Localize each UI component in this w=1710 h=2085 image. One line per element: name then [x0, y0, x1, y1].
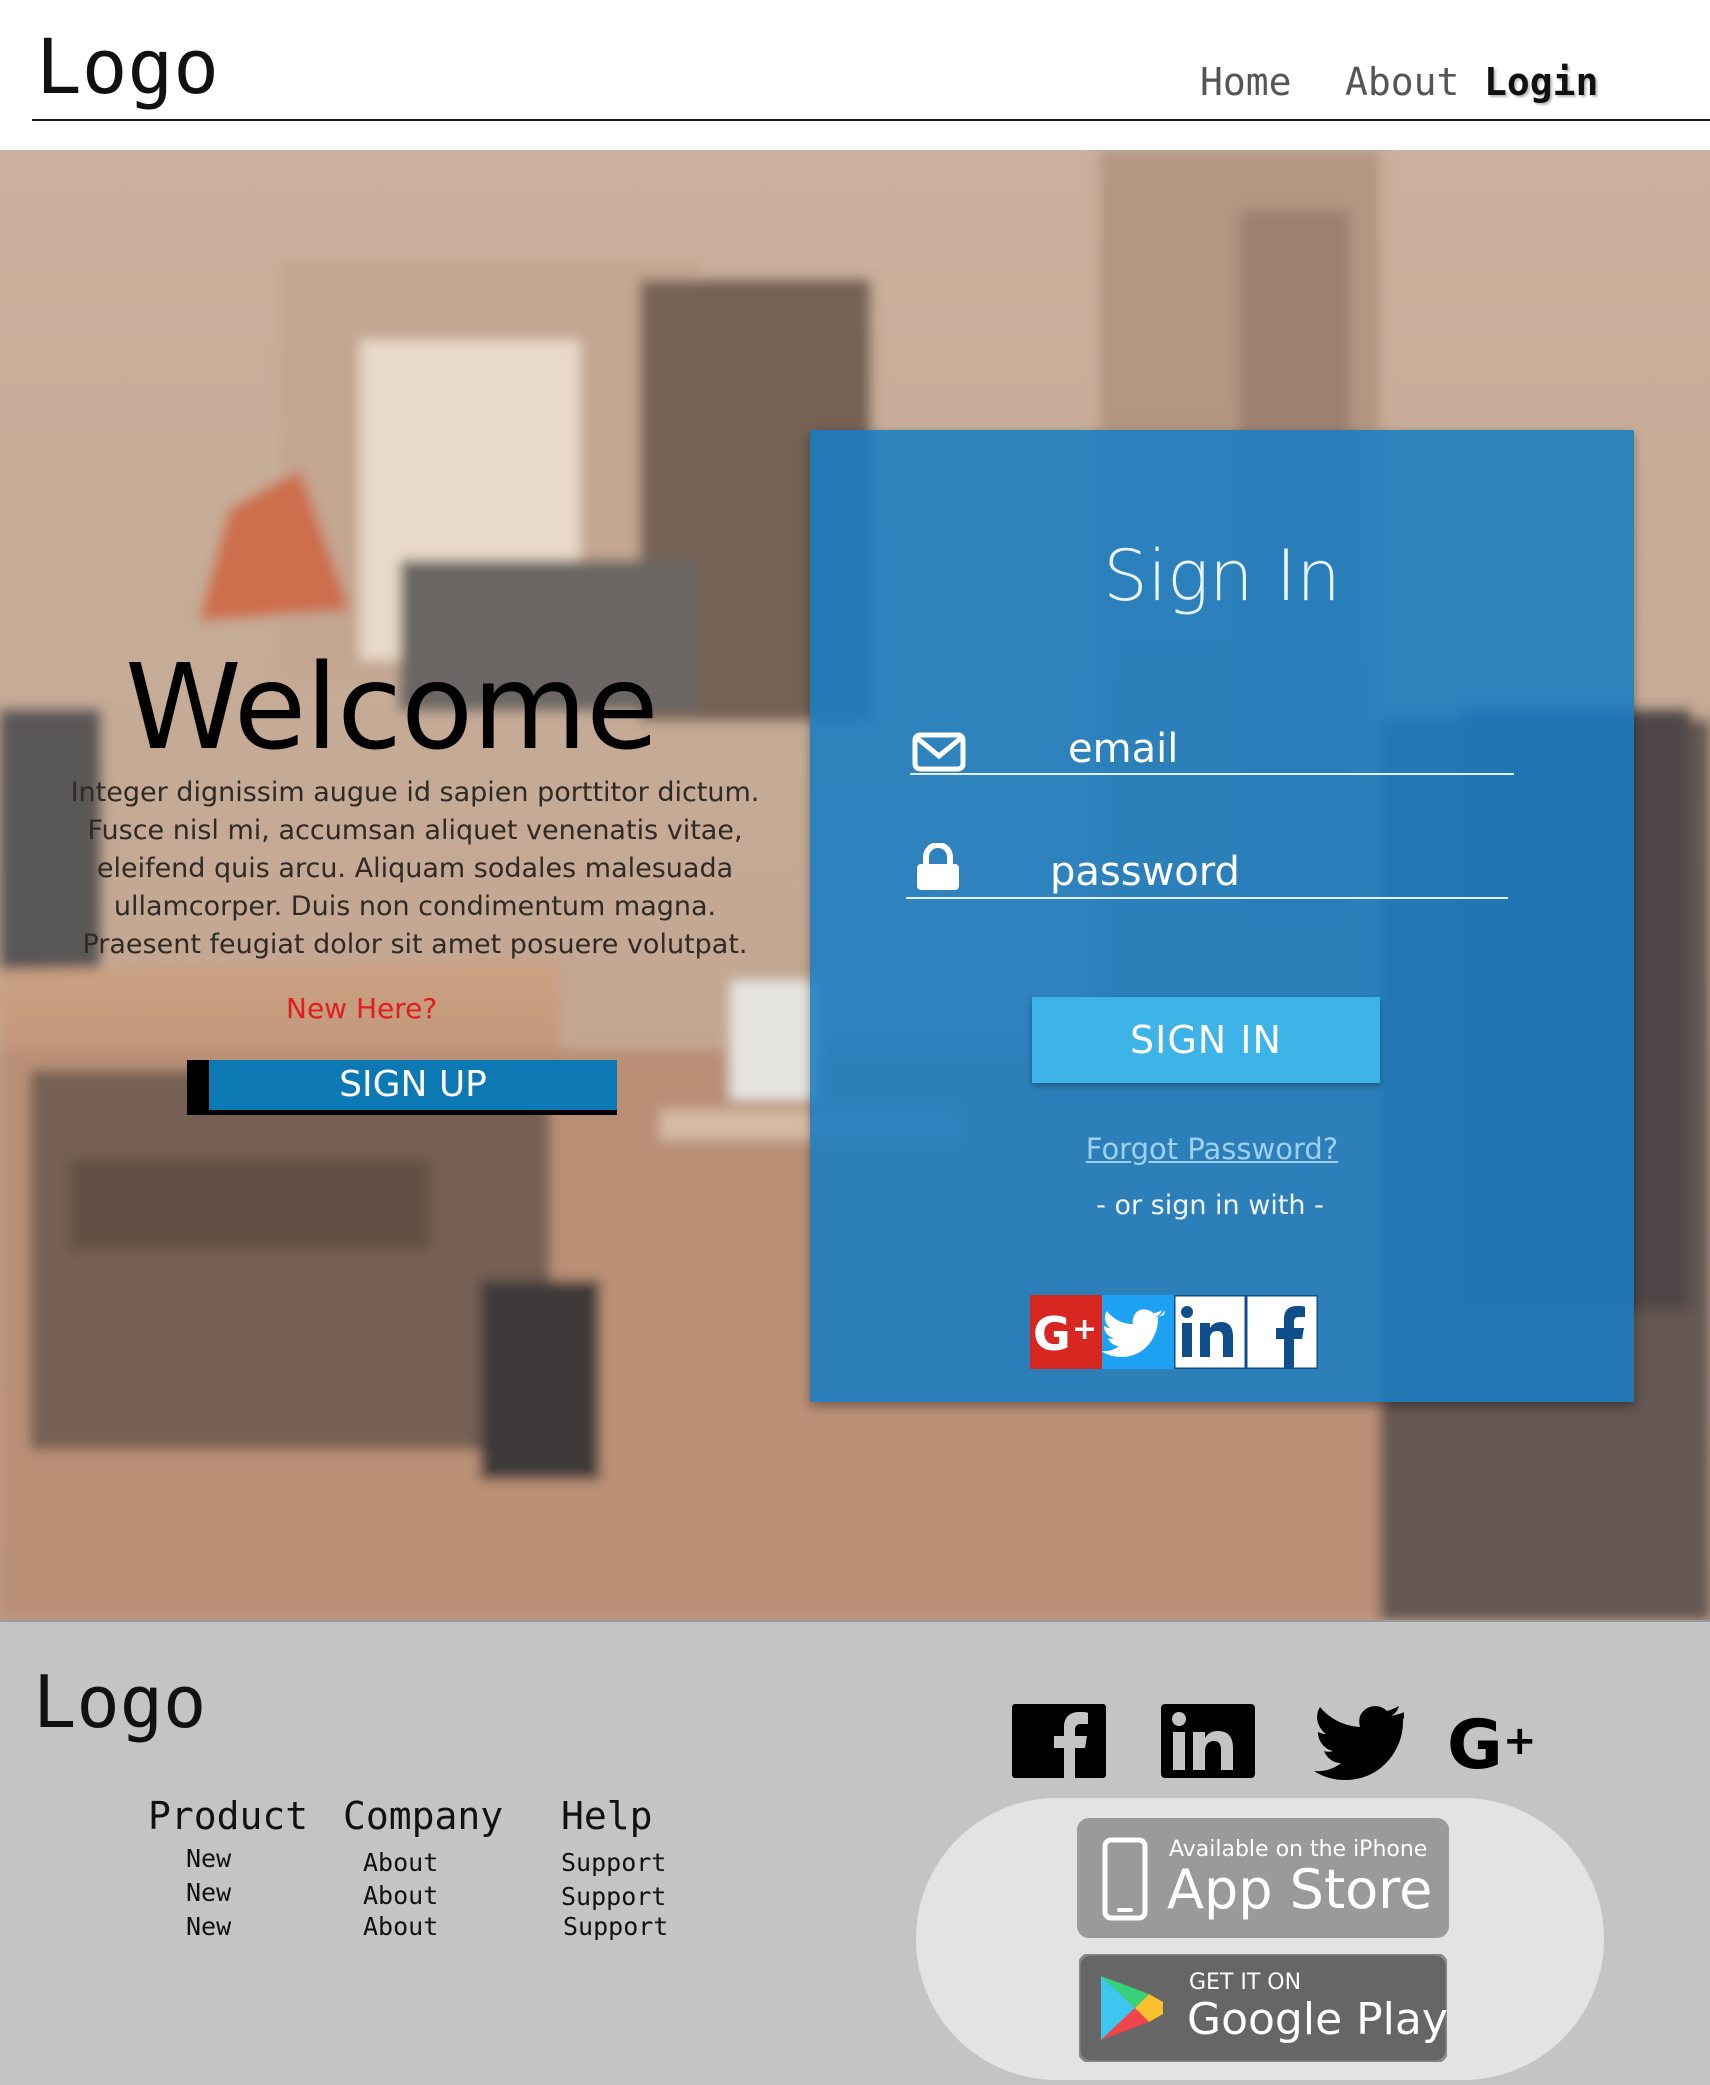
app-store-big-text: App Store — [1167, 1858, 1432, 1921]
google-play-badge[interactable]: GET IT ON Google Play — [1079, 1954, 1447, 2062]
email-input[interactable] — [1066, 720, 1510, 778]
footer-link[interactable]: New — [186, 1844, 231, 1873]
sign-up-button[interactable]: SIGN UP — [187, 1060, 617, 1115]
footer-link[interactable]: Support — [563, 1912, 668, 1941]
header-divider — [32, 119, 1710, 121]
nav-login-link[interactable]: Login — [1484, 60, 1598, 104]
sign-in-panel: Sign In SIGN IN Forgot Password? - or si… — [810, 430, 1634, 1402]
intro-line: Praesent feugiat dolor sit amet posuere … — [82, 929, 748, 960]
intro-line: eleifend quis arcu. Aliquam sodales male… — [96, 853, 734, 884]
svg-text:+: + — [1503, 1718, 1537, 1764]
site-header: Logo Home About Login — [0, 0, 1710, 150]
password-underline — [906, 897, 1508, 899]
google-play-big-text: Google Play — [1187, 1994, 1447, 2045]
footer-link[interactable]: Support — [561, 1882, 666, 1911]
google-plus-icon[interactable]: G + — [1447, 1708, 1543, 1776]
email-underline — [910, 773, 1514, 775]
footer-heading-product: Product — [148, 1794, 309, 1838]
linkedin-icon[interactable] — [1174, 1295, 1246, 1369]
svg-text:G: G — [1033, 1307, 1071, 1361]
sign-in-button[interactable]: SIGN IN — [1032, 997, 1380, 1083]
site-footer: Logo Product New New New Company About A… — [0, 1620, 1710, 2085]
footer-link[interactable]: About — [363, 1848, 438, 1877]
twitter-icon[interactable] — [1102, 1295, 1174, 1369]
nav-home-link[interactable]: Home — [1200, 60, 1292, 104]
svg-text:+: + — [1072, 1312, 1097, 1347]
envelope-icon — [912, 732, 966, 772]
linkedin-icon[interactable] — [1161, 1704, 1255, 1778]
intro-line: Integer dignissim augue id sapien portti… — [70, 777, 760, 808]
header-logo[interactable]: Logo — [36, 22, 219, 111]
footer-link[interactable]: New — [186, 1878, 231, 1907]
new-here-label: New Here? — [286, 992, 438, 1025]
lock-icon — [917, 843, 959, 890]
svg-text:G: G — [1447, 1708, 1503, 1776]
facebook-icon[interactable] — [1246, 1295, 1318, 1369]
footer-link[interactable]: New — [186, 1912, 231, 1941]
hero-section: Welcome Integer dignissim augue id sapie… — [0, 150, 1710, 1620]
google-play-small-text: GET IT ON — [1189, 1970, 1301, 1995]
sign-in-title: Sign In — [1103, 535, 1341, 617]
footer-logo[interactable]: Logo — [33, 1660, 206, 1744]
facebook-icon[interactable] — [1012, 1704, 1106, 1778]
alt-sign-in-label: - or sign in with - — [1096, 1190, 1324, 1221]
app-store-badge[interactable]: Available on the iPhone App Store — [1077, 1818, 1449, 1938]
intro-text: Integer dignissim augue id sapien portti… — [60, 774, 770, 964]
intro-line: ullamcorper. Duis non condimentum magna. — [113, 891, 717, 922]
google-plus-icon[interactable]: G + — [1030, 1295, 1102, 1369]
forgot-password-link[interactable]: Forgot Password? — [810, 1132, 1612, 1166]
password-input[interactable] — [1048, 843, 1502, 901]
twitter-icon[interactable] — [1310, 1704, 1404, 1780]
intro-line: Fusce nisl mi, accumsan aliquet venenati… — [87, 815, 743, 846]
footer-heading-help: Help — [561, 1794, 653, 1838]
footer-link[interactable]: Support — [561, 1848, 666, 1877]
welcome-heading: Welcome — [125, 638, 659, 776]
footer-heading-company: Company — [343, 1794, 504, 1838]
footer-link[interactable]: About — [363, 1912, 438, 1941]
footer-link[interactable]: About — [363, 1881, 438, 1910]
nav-about-link[interactable]: About — [1345, 60, 1459, 104]
social-sign-in-row: G + — [1030, 1295, 1318, 1369]
